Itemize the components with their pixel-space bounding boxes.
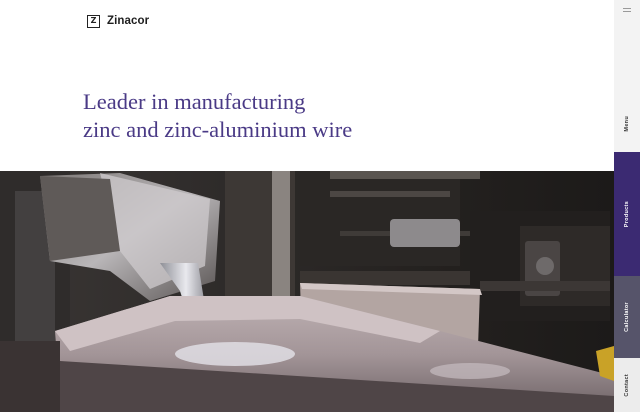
headline-line-2: zinc and zinc-aluminium wire: [83, 117, 353, 142]
rail-item-label: Calculator: [624, 302, 630, 332]
foundry-photo: [0, 171, 614, 412]
brand-logo[interactable]: Z Zinacor: [87, 13, 149, 29]
rail-item-products[interactable]: Products: [614, 152, 640, 276]
headline-line-1: Leader in manufacturing: [83, 89, 306, 114]
rail-item-contact[interactable]: Contact: [614, 358, 640, 412]
rail-item-calculator[interactable]: Calculator: [614, 276, 640, 358]
rail-item-label: Products: [624, 200, 630, 228]
hero-image: [0, 171, 614, 412]
rail-menu-button[interactable]: Menu: [614, 96, 640, 152]
brand-name: Zinacor: [107, 15, 150, 27]
rail-item-label: Contact: [624, 373, 630, 397]
logo-mark-icon: Z: [87, 14, 100, 28]
rail-menu-label: Menu: [624, 116, 630, 132]
side-nav-rail: Menu Products Calculator Contact: [614, 0, 640, 412]
hero-headline: Leader in manufacturing zinc and zinc-al…: [83, 88, 543, 144]
hamburger-icon[interactable]: [623, 8, 631, 14]
